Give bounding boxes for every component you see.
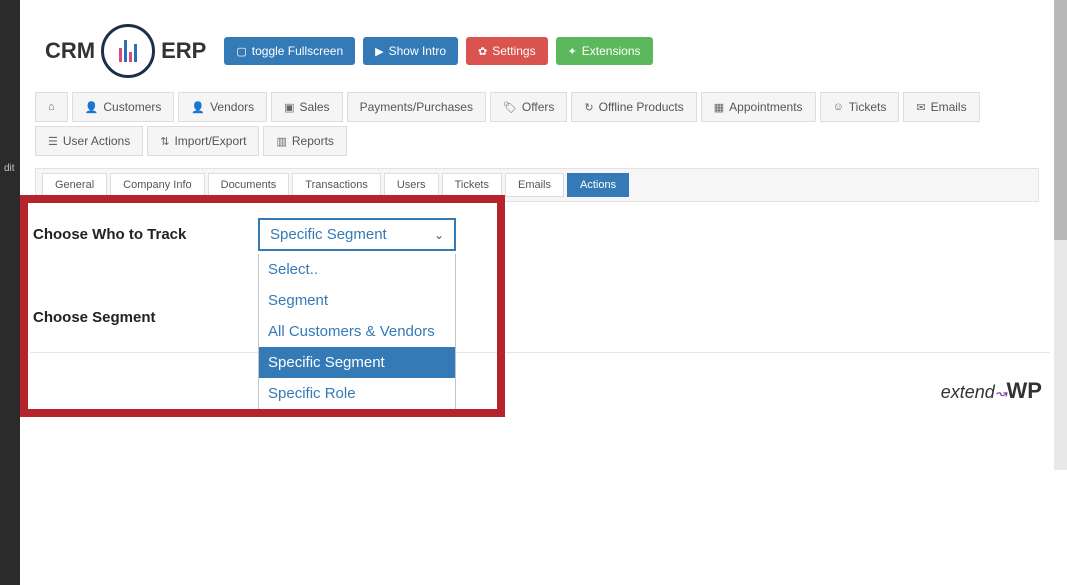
footer-brand: extend↝WP xyxy=(941,378,1042,404)
tab-label: Offers xyxy=(522,100,554,114)
logo-circle-icon xyxy=(101,24,155,78)
tab-label: Offline Products xyxy=(599,100,684,114)
logo-bars-icon xyxy=(119,40,137,62)
tab-sales[interactable]: ▣ Sales xyxy=(271,92,342,122)
tab-label: Reports xyxy=(292,134,334,148)
tab-home[interactable]: ⌂ xyxy=(35,92,68,122)
tab-label: Sales xyxy=(300,100,330,114)
scrollbar[interactable] xyxy=(1054,0,1067,470)
tab-user-actions[interactable]: ☰ User Actions xyxy=(35,126,143,156)
subtab-emails[interactable]: Emails xyxy=(505,173,564,197)
tab-label: Tickets xyxy=(849,100,887,114)
tab-label: Customers xyxy=(103,100,161,114)
logo-text-left: CRM xyxy=(45,38,95,64)
gear-icon: ✿ xyxy=(478,45,487,58)
sidebar-fragment-text: dit xyxy=(4,163,15,174)
tab-payments[interactable]: Payments/Purchases xyxy=(347,92,486,122)
button-label: Extensions xyxy=(582,44,641,58)
subtab-transactions[interactable]: Transactions xyxy=(292,173,381,197)
tab-offline-products[interactable]: ↻ Offline Products xyxy=(571,92,696,122)
user-icon: 👤 xyxy=(191,101,205,114)
upload-icon: ⇅ xyxy=(160,135,169,148)
user-icon: 👤 xyxy=(85,101,99,114)
puzzle-icon: ✦ xyxy=(568,45,577,58)
button-label: toggle Fullscreen xyxy=(252,44,343,58)
list-icon: ☰ xyxy=(48,135,58,148)
footer-text: extend xyxy=(941,382,995,402)
tag-icon: 🏷 xyxy=(503,101,517,114)
tab-emails[interactable]: ✉ Emails xyxy=(903,92,979,122)
annotation-highlight xyxy=(20,195,505,417)
show-intro-button[interactable]: ▶ Show Intro xyxy=(363,37,458,65)
tab-label: Import/Export xyxy=(174,134,246,148)
money-icon: ▣ xyxy=(284,101,294,114)
subtab-users[interactable]: Users xyxy=(384,173,439,197)
tab-appointments[interactable]: ▦ Appointments xyxy=(701,92,816,122)
logo-text-right: ERP xyxy=(161,38,206,64)
tab-tickets[interactable]: ☺ Tickets xyxy=(820,92,900,122)
scrollbar-thumb[interactable] xyxy=(1054,0,1067,240)
main-area: CRM ERP ▢ toggle Fullscreen ▶ Show Intro… xyxy=(20,0,1054,585)
subtab-general[interactable]: General xyxy=(42,173,107,197)
calendar-icon: ▦ xyxy=(714,101,724,114)
extensions-button[interactable]: ✦ Extensions xyxy=(556,37,653,65)
ticket-icon: ☺ xyxy=(833,101,844,113)
fullscreen-icon: ▢ xyxy=(236,45,246,58)
tab-label: Payments/Purchases xyxy=(360,100,473,114)
tab-label: Vendors xyxy=(210,100,254,114)
settings-button[interactable]: ✿ Settings xyxy=(466,37,548,65)
tab-label: Emails xyxy=(931,100,967,114)
tab-offers[interactable]: 🏷 Offers xyxy=(490,92,567,122)
mail-icon: ✉ xyxy=(916,101,925,114)
subtab-company-info[interactable]: Company Info xyxy=(110,173,204,197)
chart-icon: ▥ xyxy=(276,135,286,148)
tab-vendors[interactable]: 👤 Vendors xyxy=(178,92,267,122)
home-icon: ⌂ xyxy=(48,101,55,113)
subtabs: General Company Info Documents Transacti… xyxy=(42,173,1032,197)
header-row: CRM ERP ▢ toggle Fullscreen ▶ Show Intro… xyxy=(20,0,1054,92)
header-buttons: ▢ toggle Fullscreen ▶ Show Intro ✿ Setti… xyxy=(224,37,652,65)
offline-icon: ↻ xyxy=(584,101,593,114)
tab-import-export[interactable]: ⇅ Import/Export xyxy=(147,126,259,156)
button-label: Show Intro xyxy=(389,44,446,58)
footer-suffix: WP xyxy=(1007,378,1042,403)
subtab-actions[interactable]: Actions xyxy=(567,173,629,197)
toggle-fullscreen-button[interactable]: ▢ toggle Fullscreen xyxy=(224,37,355,65)
tab-reports[interactable]: ▥ Reports xyxy=(263,126,346,156)
tab-label: Appointments xyxy=(729,100,802,114)
main-tabs: ⌂ 👤 Customers 👤 Vendors ▣ Sales Payments… xyxy=(20,92,1054,168)
tab-label: User Actions xyxy=(63,134,130,148)
app-logo: CRM ERP xyxy=(45,24,206,78)
subtab-documents[interactable]: Documents xyxy=(208,173,290,197)
subtab-tickets[interactable]: Tickets xyxy=(442,173,502,197)
admin-sidebar: dit xyxy=(0,0,20,585)
button-label: Settings xyxy=(492,44,535,58)
tab-customers[interactable]: 👤 Customers xyxy=(72,92,175,122)
swoosh-icon: ↝ xyxy=(995,385,1007,401)
play-icon: ▶ xyxy=(375,45,383,58)
